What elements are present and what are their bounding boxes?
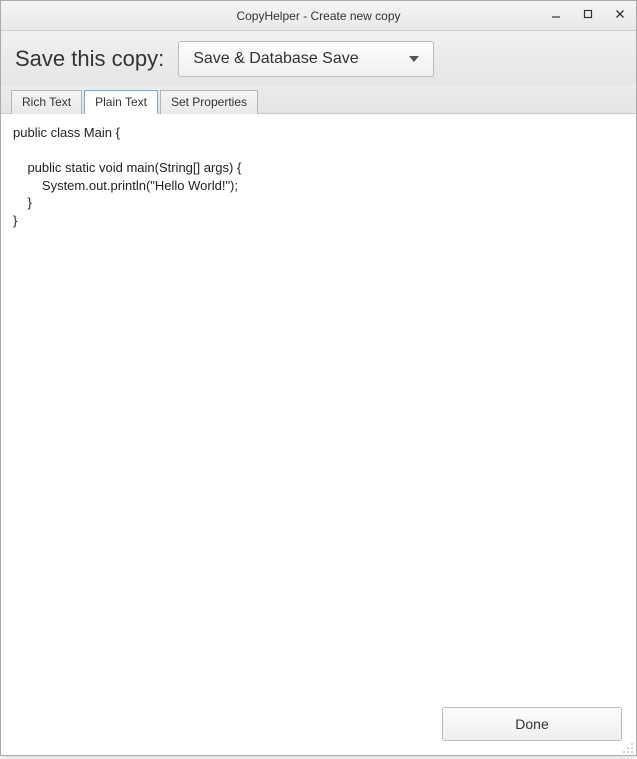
done-button-label: Done xyxy=(515,716,548,732)
plain-text-editor[interactable]: public class Main { public static void m… xyxy=(1,114,636,697)
save-label: Save this copy: xyxy=(15,46,164,72)
chevron-down-icon xyxy=(409,56,419,62)
tab-label: Plain Text xyxy=(95,95,147,109)
tab-label: Set Properties xyxy=(171,95,247,109)
minimize-button[interactable] xyxy=(540,1,572,30)
dropdown-selected-text: Save & Database Save xyxy=(193,50,358,68)
tab-set-properties[interactable]: Set Properties xyxy=(160,90,258,114)
close-icon xyxy=(615,9,625,22)
footer-bar: Done xyxy=(1,697,636,755)
maximize-icon xyxy=(583,9,593,22)
header-bar: Save this copy: Save & Database Save xyxy=(1,31,636,85)
tab-plain-text[interactable]: Plain Text xyxy=(84,90,158,114)
done-button[interactable]: Done xyxy=(442,707,622,741)
tab-rich-text[interactable]: Rich Text xyxy=(11,90,82,114)
app-window: CopyHelper - Create new copy Save this c… xyxy=(0,0,637,756)
window-controls xyxy=(540,1,636,30)
titlebar: CopyHelper - Create new copy xyxy=(1,1,636,31)
tab-bar: Rich Text Plain Text Set Properties xyxy=(1,85,636,114)
close-button[interactable] xyxy=(604,1,636,30)
resize-grip-icon[interactable] xyxy=(622,741,634,753)
tab-label: Rich Text xyxy=(22,95,71,109)
save-mode-dropdown[interactable]: Save & Database Save xyxy=(178,41,433,77)
maximize-button[interactable] xyxy=(572,1,604,30)
minimize-icon xyxy=(551,9,561,22)
